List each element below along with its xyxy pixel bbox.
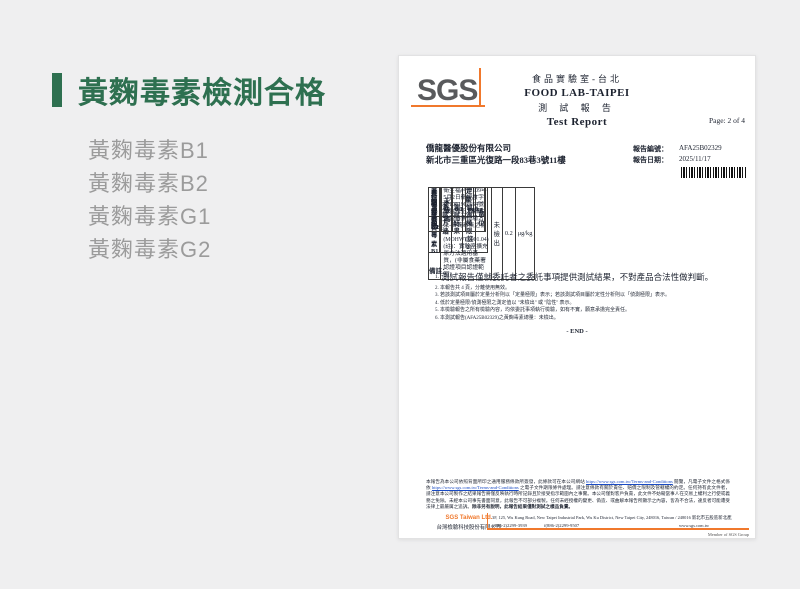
page-title: 黃麴毒素檢測合格: [78, 68, 326, 112]
note-number: 1.: [435, 274, 439, 280]
list-item: 黃麴毒素B2: [88, 167, 382, 200]
report-title-zh: 測 試 報 告: [399, 101, 755, 114]
table-row: 黃麴毒素G2 未檢出 0.1 μg/kg: [428, 187, 486, 232]
toxin-list: 黃麴毒素B1 黃麴毒素B2 黃麴毒素G1 黃麴毒素G2: [88, 134, 382, 266]
terms-link: https://www.sgs.com.tw/Terms-and-Conditi…: [586, 479, 673, 484]
footer-company-en: SGS Taiwan Ltd.: [439, 515, 499, 521]
legal-text-bold: 除非另有說明，此報告結果僅對測試之樣品負責。: [472, 504, 573, 509]
end-marker: - END -: [399, 328, 755, 335]
cell-limit: 0.2: [502, 188, 515, 280]
report-date-label: 報告日期：: [633, 155, 668, 165]
note-line: 2. 本報告共 4 頁，分離使用無效。: [435, 285, 735, 292]
cell-result: 未檢出: [491, 188, 502, 280]
report-date-value: 2025/11/17: [679, 155, 711, 163]
legal-text: 本報告為本公司依照背面所印之通用服務條款所簽發，此條款可在本公司網站: [426, 479, 586, 484]
cell-item: 黃麴毒素G2: [429, 188, 442, 232]
report-no-value: AFA25B02329: [679, 144, 722, 152]
note-line: 6. 本測試報告(AFA25B02329)之黃麴毒素總量：未檢出。: [435, 315, 735, 322]
lab-name-zh: 食品實驗室-台北: [399, 72, 755, 85]
summary-panel: 黃麴毒素檢測合格 黃麴毒素B1 黃麴毒素B2 黃麴毒素G1 黃麴毒素G2: [52, 68, 382, 266]
note-line: 4. 低於定量極限/偵測極限之測定值以 "未檢出" 或 "陰性" 表示。: [435, 300, 735, 307]
list-item: 黃麴毒素B1: [88, 134, 382, 167]
note-line: 5. 本檢驗報告之所有檢驗內容，均依委託事項執行檢驗，如有不實，願意承擔完全責任…: [435, 307, 735, 314]
list-item: 黃麴毒素G2: [88, 233, 382, 266]
sgs-test-report-image: SGS 食品實驗室-台北 FOOD LAB-TAIPEI 測 試 報 告 Tes…: [398, 55, 756, 539]
footer-orange-rule: [487, 528, 749, 530]
legal-disclaimer: 本報告為本公司依照背面所印之通用服務條款所簽發，此條款可在本公司網站 https…: [426, 479, 730, 510]
list-item: 黃麴毒素G1: [88, 200, 382, 233]
cell-unit: μg/kg: [466, 188, 486, 232]
cell-limit: 0.1: [453, 188, 466, 232]
title-accent-bar: [52, 73, 62, 107]
report-title-en: Test Report: [399, 116, 755, 128]
footer-orange-divider: [487, 513, 488, 529]
barcode: [681, 167, 747, 178]
client-name: 僑龍醫優股份有限公司: [426, 142, 511, 154]
cell-unit: μg/kg: [515, 188, 535, 280]
report-header: 食品實驗室-台北 FOOD LAB-TAIPEI 測 試 報 告 Test Re…: [399, 72, 755, 128]
client-address: 新北市三重區光復路一段83巷3號11樓: [426, 154, 566, 166]
terms-link: https://www.sgs.com.tw/Terms-and-Conditi…: [432, 485, 519, 490]
lab-name-en: FOOD LAB-TAIPEI: [399, 87, 755, 99]
section-title-row: 黃麴毒素檢測合格: [52, 68, 382, 112]
footer-member-label: Member of SGS Group: [629, 532, 749, 537]
cell-result: 未檢出: [442, 188, 453, 232]
page-number: Page: 2 of 4: [709, 116, 745, 125]
note-primary: 1.測試報告僅就委託者之委託事項提供測試結果，不對產品合法性做判斷。: [435, 272, 735, 282]
notes-list: 2. 本報告共 4 頁，分離使用無效。 3. 若該測試項目屬於定量分析則以「定量…: [435, 285, 735, 322]
footer-address: 3F, 125, Wu Kung Road, New Taipei Indust…: [492, 515, 732, 521]
report-no-label: 報告編號：: [633, 144, 668, 154]
note-line: 3. 若該測試項目屬於定量分析則以「定量極限」表示；若該測試項目屬於定性分析則以…: [435, 292, 735, 299]
note-primary-text: 測試報告僅就委託者之委託事項提供測試結果，不對產品合法性做判斷。: [441, 272, 713, 282]
